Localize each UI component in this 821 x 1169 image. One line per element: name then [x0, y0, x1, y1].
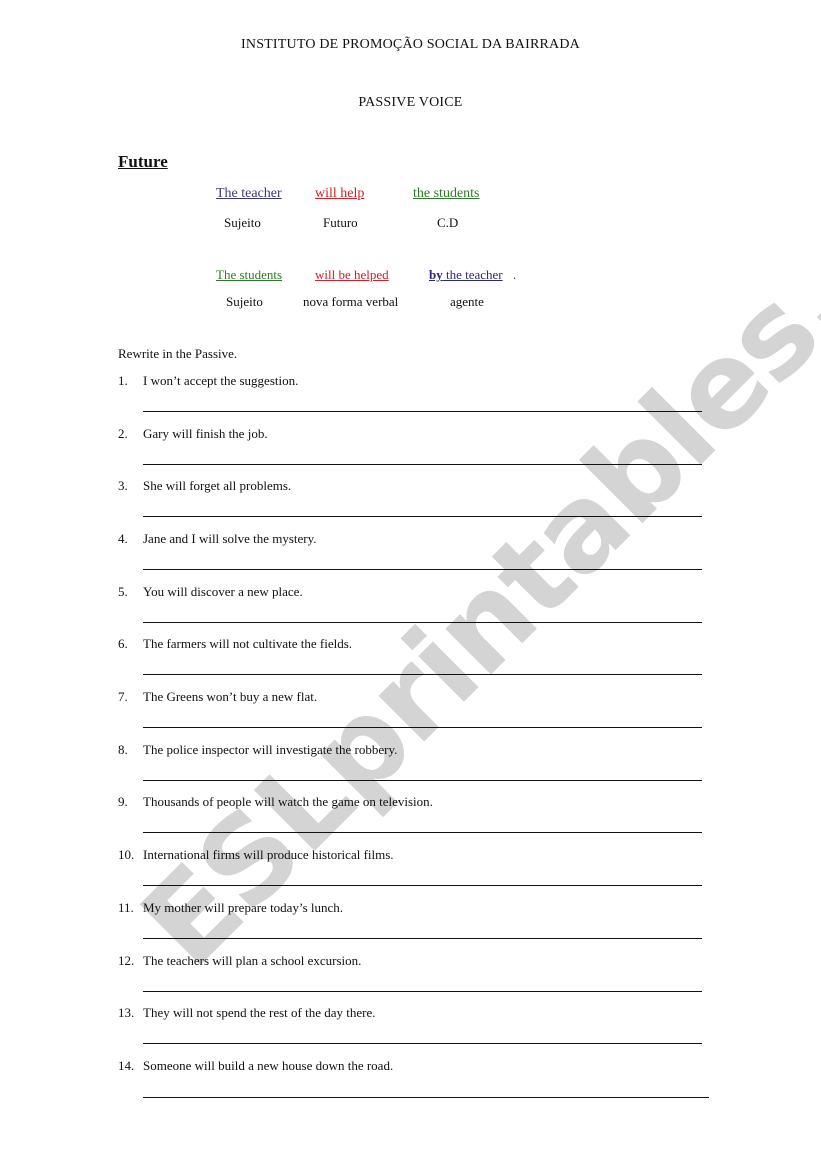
item-number: 10.: [118, 847, 135, 862]
item-number: 2.: [118, 426, 128, 441]
label-subject: Sujeito: [224, 215, 261, 230]
label-agent: agente: [450, 294, 484, 309]
answer-line[interactable]: [143, 832, 702, 833]
answer-line[interactable]: [143, 674, 702, 675]
answer-line[interactable]: [143, 780, 702, 781]
item-sentence: She will forget all problems.: [143, 478, 292, 493]
item-number: 13.: [118, 1005, 135, 1020]
item-number: 9.: [118, 794, 128, 809]
item-number: 5.: [118, 584, 128, 599]
answer-line[interactable]: [143, 464, 702, 465]
item-sentence: Someone will build a new house down the …: [143, 1058, 394, 1073]
item-number: 7.: [118, 689, 128, 704]
answer-line[interactable]: [143, 411, 702, 412]
agent-by: by: [429, 267, 443, 282]
answer-line[interactable]: [143, 727, 702, 728]
active-object: the students: [413, 186, 480, 201]
item-sentence: Jane and I will solve the mystery.: [143, 531, 317, 546]
item-sentence: The farmers will not cultivate the field…: [143, 636, 353, 651]
page-title: PASSIVE VOICE: [358, 95, 463, 110]
item-sentence: Thousands of people will watch the game …: [143, 794, 433, 809]
item-number: 8.: [118, 742, 128, 757]
worksheet-page: ESLprintables.com INSTITUTO DE PROMOÇÃO …: [0, 0, 821, 1169]
item-number: 4.: [118, 531, 128, 546]
passive-verb: will be helped: [315, 267, 389, 282]
item-number: 11.: [118, 900, 134, 915]
answer-line[interactable]: [143, 991, 702, 992]
item-sentence: You will discover a new place.: [143, 584, 303, 599]
active-subject: The teacher: [216, 186, 282, 201]
passive-subject: The students: [216, 267, 283, 282]
answer-line[interactable]: [143, 1043, 702, 1044]
agent-rest: the teacher: [442, 267, 503, 282]
item-number: 3.: [118, 478, 128, 493]
item-sentence: The police inspector will investigate th…: [143, 742, 398, 757]
answer-line[interactable]: [143, 569, 702, 570]
label-subject-passive: Sujeito: [226, 294, 263, 309]
item-sentence: They will not spend the rest of the day …: [143, 1005, 376, 1020]
label-new-verb-form: nova forma verbal: [303, 294, 399, 309]
agent-period: .: [513, 267, 517, 282]
item-sentence: International firms will produce histori…: [143, 847, 394, 862]
section-heading: Future: [118, 152, 168, 171]
answer-line[interactable]: [143, 1097, 709, 1098]
institution-name: INSTITUTO DE PROMOÇÃO SOCIAL DA BAIRRADA: [241, 37, 580, 52]
answer-line[interactable]: [143, 938, 702, 939]
label-direct-object: C.D: [437, 215, 459, 230]
exercise-instruction: Rewrite in the Passive.: [118, 346, 238, 361]
item-sentence: My mother will prepare today’s lunch.: [143, 900, 344, 915]
active-verb: will help: [315, 186, 365, 201]
label-future: Futuro: [323, 215, 358, 230]
item-sentence: The Greens won’t buy a new flat.: [143, 689, 318, 704]
item-number: 1.: [118, 373, 128, 388]
item-sentence: Gary will finish the job.: [143, 426, 268, 441]
passive-agent: by the teacher: [429, 267, 503, 283]
answer-line[interactable]: [143, 622, 702, 623]
answer-line[interactable]: [143, 516, 702, 517]
item-sentence: The teachers will plan a school excursio…: [143, 953, 362, 968]
item-number: 14.: [118, 1058, 135, 1073]
answer-line[interactable]: [143, 885, 702, 886]
item-number: 6.: [118, 636, 128, 651]
item-number: 12.: [118, 953, 135, 968]
item-sentence: I won’t accept the suggestion.: [143, 373, 299, 388]
